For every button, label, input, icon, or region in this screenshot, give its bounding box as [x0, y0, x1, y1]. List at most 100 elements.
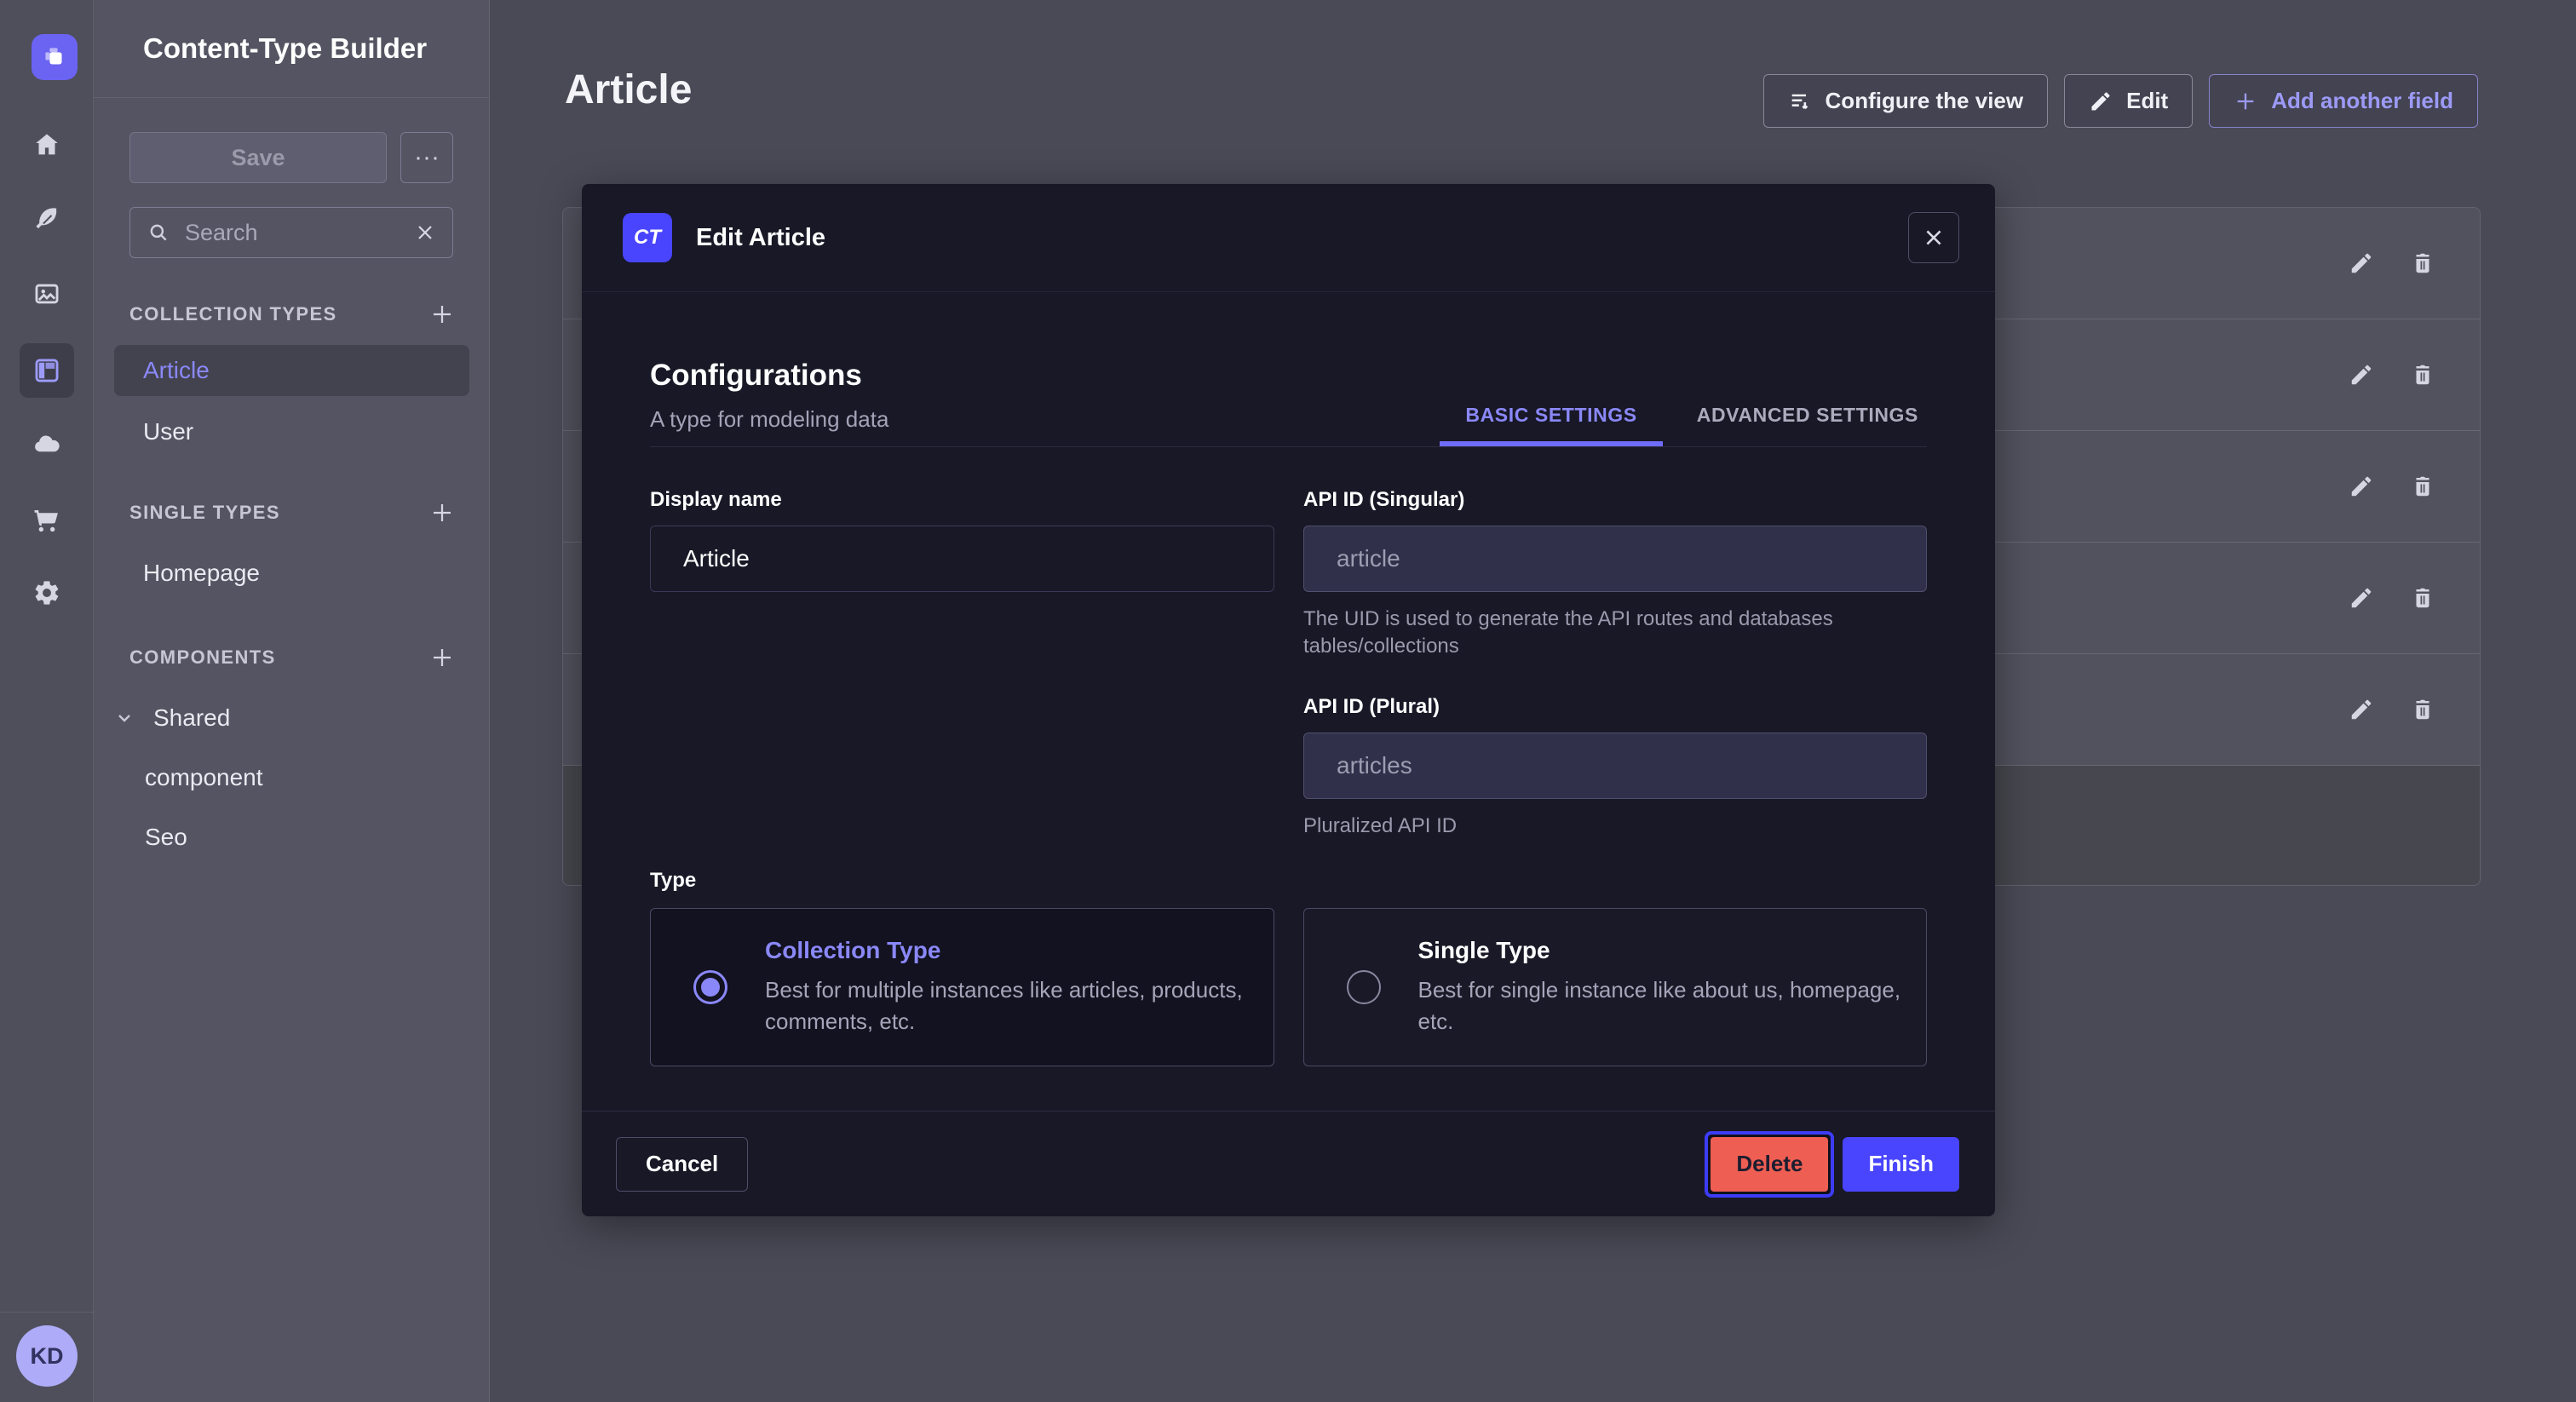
cancel-label: Cancel — [646, 1151, 718, 1176]
clear-search-icon[interactable] — [415, 222, 435, 243]
radio-selected-icon[interactable] — [693, 970, 727, 1004]
modal-footer: Cancel Delete Finish — [582, 1111, 1995, 1216]
ellipsis-icon: ··· — [414, 143, 440, 172]
user-avatar[interactable]: KD — [16, 1325, 78, 1387]
edit-field-icon[interactable] — [2349, 474, 2374, 499]
add-field-label: Add another field — [2271, 88, 2453, 114]
search-input[interactable] — [185, 220, 400, 246]
radio-unselected-icon[interactable] — [1347, 970, 1381, 1004]
edit-field-icon[interactable] — [2349, 362, 2374, 388]
configure-view-button[interactable]: Configure the view — [1763, 74, 2049, 128]
content-type-builder-nav-active[interactable] — [20, 343, 74, 398]
section-subtitle: A type for modeling data — [650, 406, 888, 446]
option-description: Best for single instance like about us, … — [1418, 974, 1912, 1037]
sidebar-item-label: Homepage — [143, 560, 260, 587]
close-icon — [1923, 227, 1945, 249]
configurations-header-row: Configurations A type for modeling data … — [650, 359, 1927, 447]
cancel-button[interactable]: Cancel — [616, 1137, 748, 1192]
home-icon[interactable] — [32, 130, 61, 159]
modal-title: Edit Article — [696, 224, 825, 252]
strapi-logo-icon — [40, 43, 69, 72]
section-title: Configurations — [650, 359, 888, 393]
delete-label: Delete — [1736, 1151, 1803, 1176]
group-label: Shared — [153, 704, 230, 732]
delete-button[interactable]: Delete — [1711, 1137, 1828, 1192]
api-id-fields: API ID (Singular) The UID is used to gen… — [1303, 488, 1927, 840]
configuration-form: Display name API ID (Singular) The UID i… — [650, 488, 1927, 840]
edit-field-icon[interactable] — [2349, 250, 2374, 276]
content-manager-icon[interactable] — [32, 204, 61, 233]
option-title: Collection Type — [765, 937, 1259, 964]
chevron-down-icon — [114, 708, 135, 728]
header-actions: Configure the view Edit Add another fiel… — [1763, 74, 2478, 128]
sidebar-item-component[interactable]: component — [145, 755, 263, 801]
app-rail: KD — [0, 0, 94, 1402]
api-id-plural-helper: Pluralized API ID — [1303, 813, 1883, 840]
badge-label: CT — [634, 226, 661, 250]
sidebar-item-homepage[interactable]: Homepage — [143, 548, 260, 599]
api-id-singular-input[interactable] — [1303, 526, 1927, 592]
sidebar-item-label: component — [145, 764, 263, 791]
layout-icon — [32, 356, 61, 385]
tab-advanced-settings[interactable]: ADVANCED SETTINGS — [1688, 404, 1927, 446]
search-box[interactable] — [129, 207, 453, 258]
sidebar-item-label: Seo — [145, 824, 187, 851]
sidebar-item-label: Article — [143, 357, 210, 384]
single-types-header: SINGLE TYPES — [129, 502, 280, 524]
more-actions-button[interactable]: ··· — [400, 132, 453, 183]
api-id-singular-helper: The UID is used to generate the API rout… — [1303, 606, 1883, 659]
delete-field-icon[interactable] — [2410, 697, 2435, 722]
sidebar-header: Content-Type Builder — [94, 0, 489, 98]
finish-label: Finish — [1868, 1151, 1934, 1176]
option-content: Single Type Best for single instance lik… — [1418, 937, 1912, 1037]
option-single-type[interactable]: Single Type Best for single instance lik… — [1303, 908, 1928, 1066]
add-collection-type-icon[interactable] — [429, 302, 455, 327]
configure-view-label: Configure the view — [1826, 88, 2024, 114]
option-collection-type[interactable]: Collection Type Best for multiple instan… — [650, 908, 1274, 1066]
rail-divider — [0, 1312, 94, 1313]
tab-basic-settings[interactable]: BASIC SETTINGS — [1440, 404, 1662, 446]
type-options: Collection Type Best for multiple instan… — [650, 908, 1927, 1066]
delete-field-icon[interactable] — [2410, 250, 2435, 276]
content-type-builder-sidebar: Content-Type Builder Save ··· COLLECTION… — [94, 0, 490, 1402]
save-button-label: Save — [231, 145, 285, 171]
delete-field-icon[interactable] — [2410, 362, 2435, 388]
sidebar-item-seo[interactable]: Seo — [145, 814, 187, 860]
collection-types-header: COLLECTION TYPES — [129, 303, 337, 325]
cloud-icon[interactable] — [32, 429, 61, 458]
save-button[interactable]: Save — [129, 132, 387, 183]
plugin-title: Content-Type Builder — [143, 32, 427, 65]
component-group-shared[interactable]: Shared — [114, 695, 230, 741]
media-library-icon[interactable] — [32, 279, 61, 308]
marketplace-cart-icon[interactable] — [32, 505, 61, 534]
display-name-label: Display name — [650, 488, 1274, 512]
close-modal-button[interactable] — [1908, 212, 1959, 263]
components-header: COMPONENTS — [129, 646, 276, 669]
footer-right-actions: Delete Finish — [1705, 1131, 1959, 1198]
edit-field-icon[interactable] — [2349, 697, 2374, 722]
edit-label: Edit — [2126, 88, 2168, 114]
finish-button[interactable]: Finish — [1843, 1137, 1959, 1192]
configurations-block: Configurations A type for modeling data — [650, 359, 888, 446]
delete-button-annotation-highlight: Delete — [1705, 1131, 1834, 1198]
modal-header: CT Edit Article — [582, 184, 1995, 292]
page-title: Article — [565, 66, 692, 113]
sidebar-item-article[interactable]: Article — [114, 345, 469, 396]
edit-button[interactable]: Edit — [2064, 74, 2193, 128]
api-id-plural-input[interactable] — [1303, 733, 1927, 799]
sidebar-item-label: User — [143, 418, 193, 445]
settings-gear-icon[interactable] — [32, 578, 61, 607]
edit-field-icon[interactable] — [2349, 585, 2374, 611]
display-name-input[interactable] — [650, 526, 1274, 592]
sidebar-item-user[interactable]: User — [143, 406, 193, 457]
content-type-badge: CT — [623, 213, 672, 262]
pencil-icon — [2089, 89, 2113, 113]
api-id-singular-label: API ID (Singular) — [1303, 488, 1927, 512]
add-component-icon[interactable] — [429, 645, 455, 670]
delete-field-icon[interactable] — [2410, 585, 2435, 611]
plus-icon — [2234, 89, 2257, 113]
strapi-logo[interactable] — [32, 34, 78, 80]
add-single-type-icon[interactable] — [429, 500, 455, 526]
delete-field-icon[interactable] — [2410, 474, 2435, 499]
add-another-field-button[interactable]: Add another field — [2209, 74, 2478, 128]
